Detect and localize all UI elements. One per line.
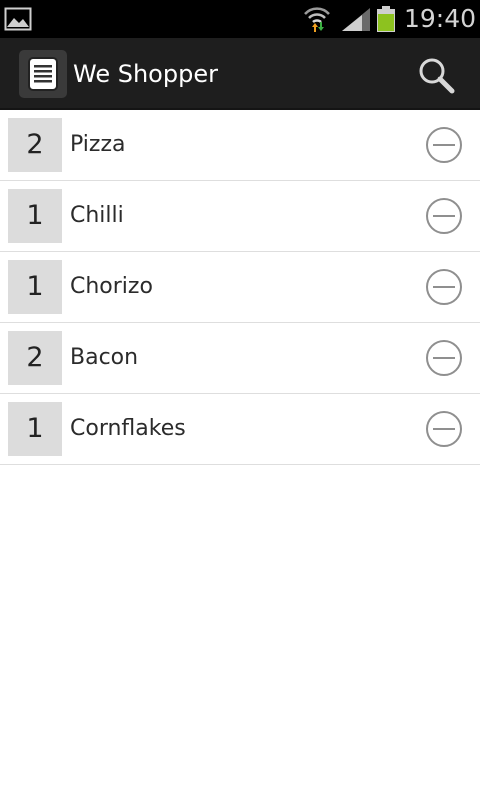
item-name: Bacon — [70, 345, 139, 370]
search-button[interactable] — [414, 54, 458, 96]
item-name: Chilli — [70, 203, 124, 228]
app-home-button[interactable] — [19, 50, 67, 98]
quantity-badge: 2 — [8, 331, 62, 385]
item-name: Pizza — [70, 132, 126, 157]
remove-circle-icon[interactable] — [424, 338, 464, 378]
list-item[interactable]: 1 Chorizo — [0, 252, 480, 323]
quantity-badge: 1 — [8, 189, 62, 243]
list-item[interactable]: 2 Pizza — [0, 110, 480, 181]
remove-circle-icon[interactable] — [424, 267, 464, 307]
list-item[interactable]: 1 Chilli — [0, 181, 480, 252]
list-item[interactable]: 2 Bacon — [0, 323, 480, 394]
item-name: Cornflakes — [70, 416, 186, 441]
remove-circle-icon[interactable] — [424, 409, 464, 449]
remove-circle-icon[interactable] — [424, 125, 464, 165]
quantity-badge: 2 — [8, 118, 62, 172]
app-title: We Shopper — [73, 60, 218, 88]
shopping-list: 2 Pizza 1 Chilli 1 Chorizo 2 Bacon 1 Cor… — [0, 110, 480, 465]
battery-icon — [377, 6, 395, 32]
quantity-badge: 1 — [8, 260, 62, 314]
gallery-icon — [4, 7, 32, 31]
remove-circle-icon[interactable] — [424, 196, 464, 236]
search-icon — [419, 58, 455, 94]
status-bar: 19:40 — [0, 0, 480, 38]
item-name: Chorizo — [70, 274, 153, 299]
quantity-badge: 1 — [8, 402, 62, 456]
signal-icon — [342, 8, 370, 31]
clock: 19:40 — [404, 4, 477, 33]
list-item[interactable]: 1 Cornflakes — [0, 394, 480, 465]
action-bar: We Shopper — [0, 38, 480, 110]
list-icon — [28, 57, 58, 91]
wifi-icon — [304, 7, 330, 32]
